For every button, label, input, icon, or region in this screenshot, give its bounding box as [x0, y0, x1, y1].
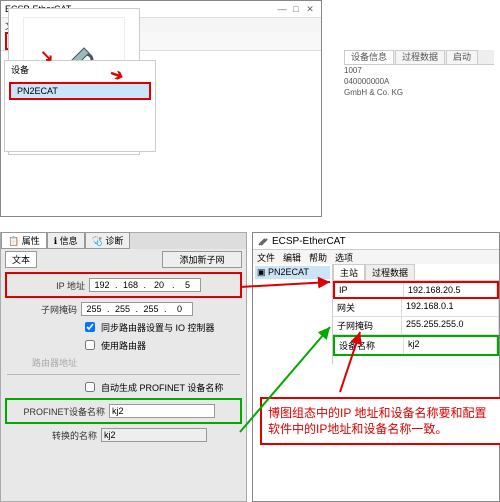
panel-tabs: 📋 属性 ℹ 信息 🩺 诊断 [1, 233, 246, 249]
subnet-mask-input[interactable]: 255.255.255.0 [81, 302, 193, 316]
tab-process-data[interactable]: 过程数据 [365, 264, 415, 280]
tab-diagnostics[interactable]: 🩺 诊断 [85, 232, 131, 249]
use-router-checkbox[interactable] [85, 340, 95, 350]
config-grid: IP 192.168.20.5 网关 192.168.0.1 子网掩码 255.… [333, 281, 499, 356]
config-table: 主站 过程数据 IP 192.168.20.5 网关 192.168.0.1 子… [333, 264, 499, 364]
info-line: 040000000A [344, 76, 494, 87]
menu-help[interactable]: 帮助 [309, 251, 327, 264]
annotation-note: 博图组态中的IP 地址和设备名称要和配置软件中的IP地址和设备名称一致。 [260, 397, 500, 445]
minimize-button[interactable]: — [275, 4, 289, 14]
converted-name-field [101, 428, 207, 442]
ip-address-input[interactable]: 192.168.20.5 [89, 278, 201, 292]
profinet-name-label: PROFINET设备名称 [15, 405, 105, 418]
profinet-name-input[interactable] [109, 404, 215, 418]
info-line: 1007 [344, 65, 494, 76]
row-ip: IP 192.168.20.5 [333, 281, 499, 299]
tab-process-data[interactable]: 过程数据 [395, 50, 445, 64]
close-button[interactable]: ✕ [303, 4, 317, 15]
menu-edit[interactable]: 编辑 [283, 251, 301, 264]
tree-root[interactable]: 设备 [5, 61, 155, 78]
tab-properties[interactable]: 📋 属性 [1, 232, 47, 249]
device-name-highlight-frame: PROFINET设备名称 [5, 398, 242, 424]
config-tree[interactable]: ▣ PN2ECAT [253, 264, 333, 364]
info-line: GmbH & Co. KG [344, 87, 494, 98]
ip-highlight-frame: IP 地址 192.168.20.5 [5, 272, 242, 298]
config-window: ECSP-EtherCAT 文件 编辑 帮助 选项 ▣ PN2ECAT 主站 过… [252, 232, 500, 502]
config-tree-item[interactable]: ▣ PN2ECAT [255, 266, 330, 279]
device-tree[interactable]: 设备 PN2ECAT [4, 60, 156, 152]
subtab-text[interactable]: 文本 [5, 251, 37, 268]
tab-master[interactable]: 主站 [333, 264, 365, 280]
converted-name-label: 转换的名称 [7, 429, 97, 442]
sync-router-checkbox[interactable] [85, 322, 95, 332]
maximize-button[interactable]: □ [289, 4, 303, 14]
row-subnet: 子网掩码 255.255.255.0 [333, 317, 499, 335]
info-pane: 设备信息 过程数据 启动 1007 040000000A GmbH & Co. … [342, 48, 496, 182]
config-title: ECSP-EtherCAT [272, 236, 346, 247]
tab-info[interactable]: ℹ 信息 [47, 232, 85, 249]
row-gateway: 网关 192.168.0.1 [333, 299, 499, 317]
auto-generate-checkbox[interactable] [85, 382, 95, 392]
menu-options[interactable]: 选项 [335, 251, 353, 264]
menu-file[interactable]: 文件 [257, 251, 275, 264]
ip-label: IP 地址 [15, 279, 85, 292]
router-label: 路由器地址 [7, 356, 77, 369]
highlight-arrow-icon: ↘ [40, 46, 53, 66]
mask-label: 子网掩码 [7, 303, 77, 316]
config-menubar: 文件 编辑 帮助 选项 [253, 250, 499, 264]
config-titlebar: ECSP-EtherCAT [253, 233, 499, 250]
tab-startup[interactable]: 启动 [446, 50, 478, 64]
bottom-area: 📋 属性 ℹ 信息 🩺 诊断 文本 添加新子网 IP 地址 192.168.20… [0, 232, 500, 500]
tools-icon [257, 235, 269, 247]
row-device-name: 设备名称 kj2 [333, 335, 499, 356]
tree-selected-item[interactable]: PN2ECAT [9, 82, 151, 100]
properties-panel: 📋 属性 ℹ 信息 🩺 诊断 文本 添加新子网 IP 地址 192.168.20… [0, 232, 247, 502]
tab-device-info[interactable]: 设备信息 [344, 50, 394, 64]
add-subnet-button[interactable]: 添加新子网 [162, 251, 242, 268]
